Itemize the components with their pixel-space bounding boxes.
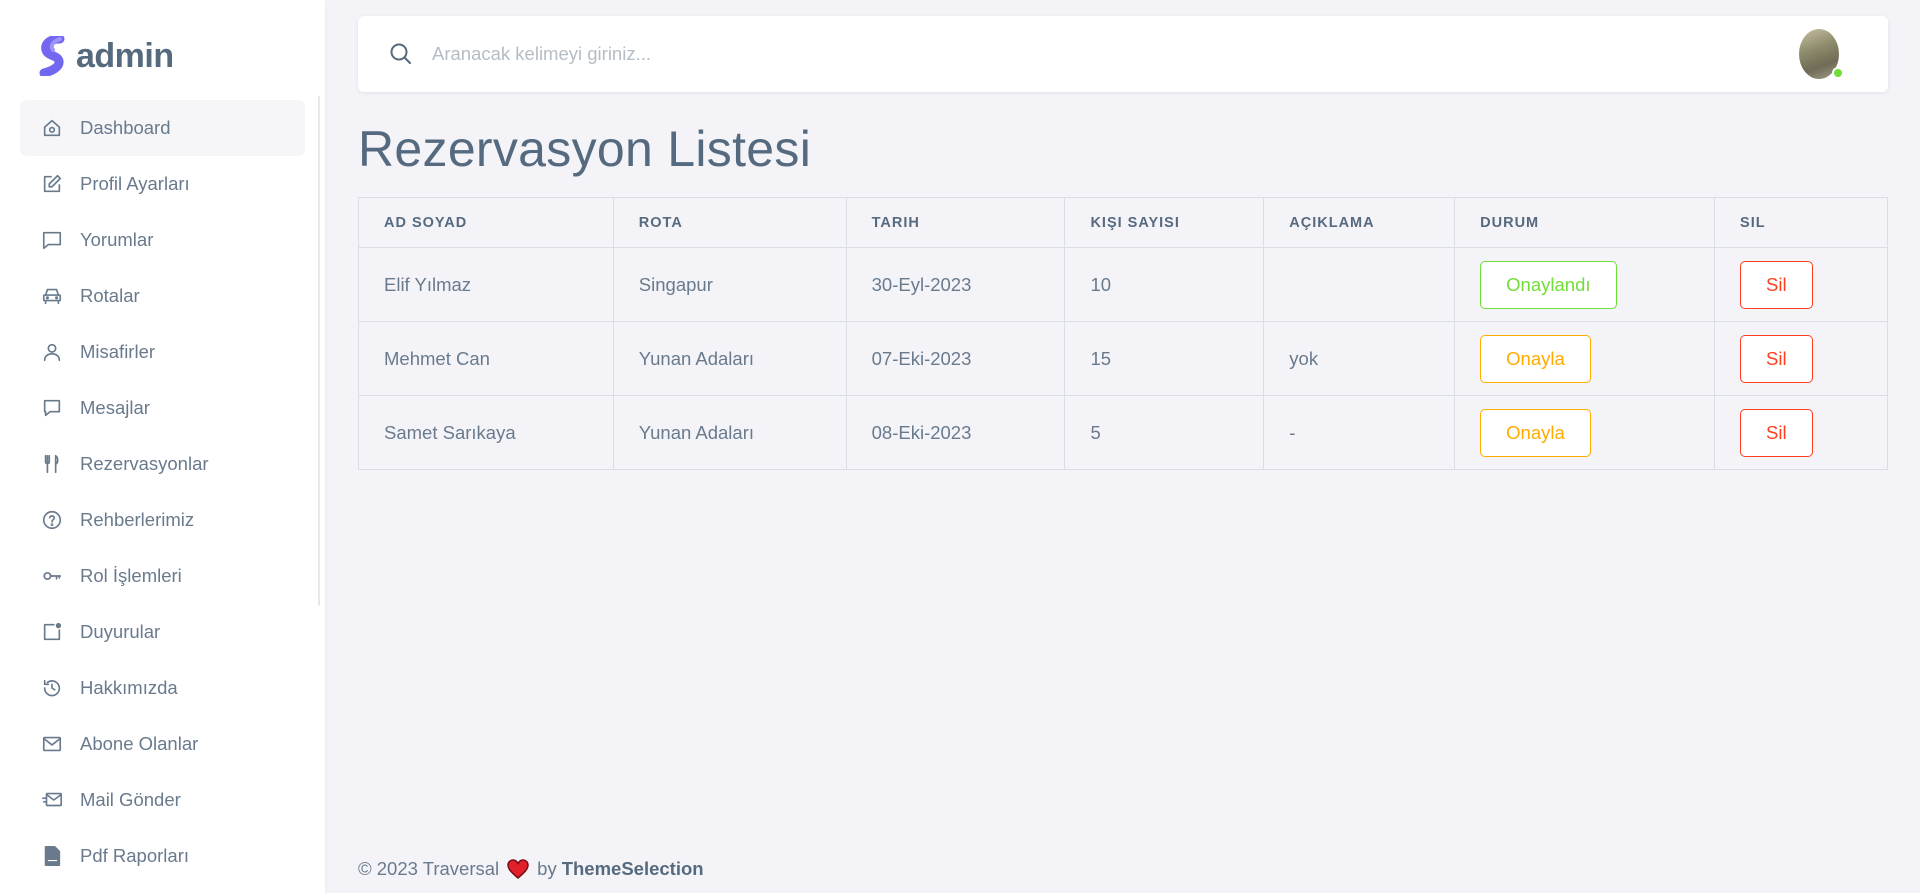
- cell-route: Singapur: [612, 247, 847, 322]
- online-status-dot: [1832, 67, 1844, 79]
- column-header-aciklama: AÇIKLAMA: [1263, 197, 1456, 248]
- cell-status: Onayla: [1454, 321, 1716, 396]
- cell-delete: Sil: [1714, 247, 1888, 322]
- sidebar-item-label: Yorumlar: [80, 229, 154, 250]
- cell-count: 15: [1064, 321, 1265, 396]
- sidebar-item-label: Rezervasyonlar: [80, 453, 209, 474]
- footer-by: by: [537, 858, 557, 879]
- footer: © 2023 Traversal by ThemeSelection: [358, 858, 704, 880]
- cell-name: Mehmet Can: [358, 321, 614, 396]
- history-icon: [40, 676, 64, 700]
- envelope-icon: [40, 732, 64, 756]
- search-icon[interactable]: [388, 41, 414, 67]
- column-header-tarih: TARIH: [845, 197, 1066, 248]
- column-header-durum: DURUM: [1454, 197, 1716, 248]
- cell-note: -: [1263, 395, 1456, 470]
- sidebar-item-label: Profil Ayarları: [80, 173, 190, 194]
- cell-delete: Sil: [1714, 395, 1888, 470]
- page-title: Rezervasyon Listesi: [358, 121, 812, 177]
- sidebar-item-dashboard[interactable]: Dashboard: [20, 100, 305, 156]
- column-header-sil: SIL: [1714, 197, 1888, 248]
- cell-count: 10: [1064, 247, 1265, 322]
- sidebar-item-label: Rol İşlemleri: [80, 565, 182, 586]
- sidebar-item-label: Rehberlerimiz: [80, 509, 195, 530]
- table-header-row: AD SOYAD ROTA TARIH KIŞI SAYISI AÇIKLAMA…: [358, 197, 1888, 248]
- sidebar-item-misafirler[interactable]: Misafirler: [20, 324, 305, 380]
- sidebar-item-label: Duyurular: [80, 621, 161, 642]
- sidebar-item-duyurular[interactable]: Duyurular: [20, 604, 305, 660]
- sidebar-item-label: Misafirler: [80, 341, 156, 362]
- footer-themeselection-link[interactable]: ThemeSelection: [562, 858, 704, 880]
- pdf-icon: [40, 844, 64, 868]
- edit-icon: [40, 172, 64, 196]
- sidebar-item-yorumlar[interactable]: Yorumlar: [20, 212, 305, 268]
- sidebar-item-profil-ayarlari[interactable]: Profil Ayarları: [20, 156, 305, 212]
- sidebar-item-label: Abone Olanlar: [80, 733, 199, 754]
- notification-icon: [40, 620, 64, 644]
- cell-count: 5: [1064, 395, 1265, 470]
- cell-note: [1263, 247, 1456, 322]
- sidebar-item-rol-islemleri[interactable]: Rol İşlemleri: [20, 548, 305, 604]
- approve-button[interactable]: Onayla: [1480, 408, 1591, 457]
- cell-date: 08-Eki-2023: [845, 395, 1066, 470]
- top-navbar: [358, 16, 1888, 92]
- user-icon: [40, 340, 64, 364]
- sidebar-scrollbar[interactable]: [318, 96, 320, 606]
- reservation-table: AD SOYAD ROTA TARIH KIŞI SAYISI AÇIKLAMA…: [358, 197, 1888, 470]
- cell-note: yok: [1263, 321, 1456, 396]
- table-row: Elif Yılmaz Singapur 30-Eyl-2023 10 Onay…: [358, 247, 1888, 322]
- cell-status: Onayla: [1454, 395, 1716, 470]
- column-header-kisi-sayisi: KIŞI SAYISI: [1064, 197, 1265, 248]
- comment-icon: [40, 228, 64, 252]
- sidebar-item-pdf-raporlari[interactable]: Pdf Raporları: [20, 828, 305, 884]
- column-header-rota: ROTA: [612, 197, 847, 248]
- message-icon: [40, 396, 64, 420]
- column-header-ad-soyad: AD SOYAD: [358, 197, 614, 248]
- restaurant-icon: [40, 452, 64, 476]
- cell-route: Yunan Adaları: [612, 395, 847, 470]
- sidebar-item-hakkimizda[interactable]: Hakkımızda: [20, 660, 305, 716]
- car-icon: [40, 284, 64, 308]
- help-circle-icon: [40, 508, 64, 532]
- sidebar-item-label: Pdf Raporları: [80, 845, 189, 866]
- mail-send-icon: [40, 788, 64, 812]
- sidebar-menu: Dashboard Profil Ayarları Yorumlar Rotal…: [20, 100, 305, 884]
- table-row: Samet Sarıkaya Yunan Adaları 08-Eki-2023…: [358, 395, 1888, 470]
- delete-button[interactable]: Sil: [1740, 260, 1813, 309]
- sidebar-item-abone-olanlar[interactable]: Abone Olanlar: [20, 716, 305, 772]
- delete-button[interactable]: Sil: [1740, 334, 1813, 383]
- cell-delete: Sil: [1714, 321, 1888, 396]
- sidebar-item-rezervasyonlar[interactable]: Rezervasyonlar: [20, 436, 305, 492]
- reservation-table-container: AD SOYAD ROTA TARIH KIŞI SAYISI AÇIKLAMA…: [358, 197, 1888, 470]
- brand-name: admin: [76, 36, 174, 75]
- sidebar-item-rotalar[interactable]: Rotalar: [20, 268, 305, 324]
- sidebar-item-mail-gonder[interactable]: Mail Gönder: [20, 772, 305, 828]
- heart-icon: [507, 859, 529, 879]
- search-input[interactable]: [432, 34, 1632, 74]
- approve-button[interactable]: Onayla: [1480, 334, 1591, 383]
- brand[interactable]: admin: [38, 36, 174, 76]
- sidebar-item-label: Hakkımızda: [80, 677, 178, 698]
- home-icon: [40, 116, 64, 140]
- sidebar-item-rehberlerimiz[interactable]: Rehberlerimiz: [20, 492, 305, 548]
- cell-name: Samet Sarıkaya: [358, 395, 614, 470]
- footer-copyright: © 2023 Traversal: [358, 858, 500, 879]
- delete-button[interactable]: Sil: [1740, 408, 1813, 457]
- cell-date: 07-Eki-2023: [845, 321, 1066, 396]
- brand-logo-icon: [39, 36, 65, 76]
- sidebar-item-label: Mail Gönder: [80, 789, 181, 810]
- cell-status: Onaylandı: [1454, 247, 1716, 322]
- key-icon: [40, 564, 64, 588]
- sidebar-item-mesajlar[interactable]: Mesajlar: [20, 380, 305, 436]
- cell-name: Elif Yılmaz: [358, 247, 614, 322]
- sidebar-item-label: Rotalar: [80, 285, 140, 306]
- cell-date: 30-Eyl-2023: [845, 247, 1066, 322]
- sidebar-item-label: Mesajlar: [80, 397, 150, 418]
- approved-button[interactable]: Onaylandı: [1480, 260, 1617, 309]
- table-row: Mehmet Can Yunan Adaları 07-Eki-2023 15 …: [358, 321, 1888, 396]
- cell-route: Yunan Adaları: [612, 321, 847, 396]
- sidebar-item-label: Dashboard: [80, 117, 171, 138]
- sidebar: admin Dashboard Profil Ayarları Yorumlar…: [0, 0, 325, 893]
